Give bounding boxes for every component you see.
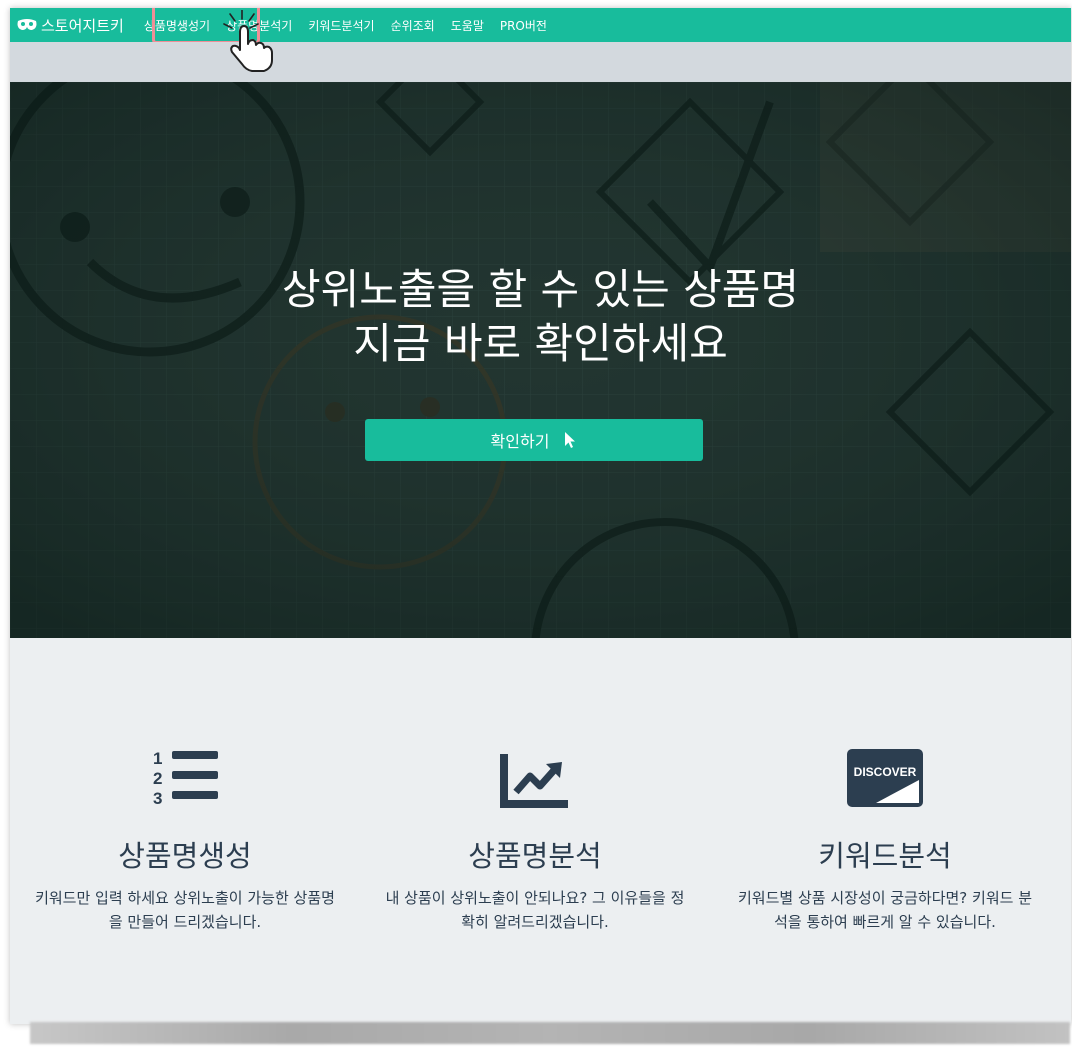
confirm-button-label: 확인하기: [490, 432, 550, 451]
feature-description: 키워드별 상품 시장성이 궁금하다면? 키워드 분석을 통하여 빠르게 알 수 …: [737, 889, 1032, 931]
discover-card-icon: DISCOVER: [847, 749, 923, 807]
confirm-button[interactable]: 확인하기: [365, 419, 703, 461]
browser-viewport: 스토어지트키 상품명생성기 상품명분석기 키워드분석기 순위조회 도움말 PRO…: [10, 8, 1071, 1024]
svg-text:3: 3: [153, 789, 162, 808]
brand-name: 스토어지트키: [41, 16, 124, 35]
nav-item-help[interactable]: 도움말: [451, 17, 484, 34]
hero-title-line1: 상위노출을 할 수 있는 상품명: [281, 265, 800, 314]
line-chart-icon: [500, 754, 568, 808]
feature-description: 키워드만 입력 하세요 상위노출이 가능한 상품명을 만들어 드리겠습니다.: [35, 889, 335, 931]
discover-card-label: DISCOVER: [854, 765, 917, 779]
feature-title: 상품명생성: [118, 839, 252, 873]
hero-title-line2: 지금 바로 확인하세요: [353, 319, 728, 368]
mask-icon: [17, 19, 37, 30]
feature-title: 키워드분석: [818, 839, 952, 873]
feature-description: 내 상품이 상위노출이 안되나요? 그 이유들을 정확히 알려드리겠습니다.: [385, 889, 685, 931]
hero-banner: 상위노출을 할 수 있는 상품명 지금 바로 확인하세요 확인하기: [10, 82, 1071, 638]
feature-keyword-analysis: DISCOVER 키워드분석 키워드별 상품 시장성이 궁금하다면? 키워드 분…: [715, 738, 1055, 934]
svg-text:2: 2: [153, 769, 162, 788]
nav-item-keyword-analyzer[interactable]: 키워드분석기: [308, 17, 374, 34]
sub-bar: [10, 42, 1071, 82]
nav-item-rank-lookup[interactable]: 순위조회: [391, 17, 435, 34]
blurred-footer-strip: [30, 1022, 1070, 1044]
feature-name-analysis: 상품명분석 내 상품이 상위노출이 안되나요? 그 이유들을 정확히 알려드리겠…: [365, 738, 705, 934]
pointer-cursor-icon: [565, 432, 576, 448]
feature-title: 상품명분석: [468, 839, 602, 873]
brand-logo[interactable]: 스토어지트키: [16, 15, 124, 36]
svg-text:1: 1: [153, 749, 162, 768]
feature-name-generation: 1 2 3 상품명생성 키워드만 입력 하세요 상위노출이 가능한 상품명을 만…: [15, 738, 355, 934]
hand-pointer-icon: [223, 10, 273, 72]
nav-item-pro[interactable]: PRO버전: [500, 17, 547, 34]
numbered-list-icon: 1 2 3: [153, 749, 218, 808]
